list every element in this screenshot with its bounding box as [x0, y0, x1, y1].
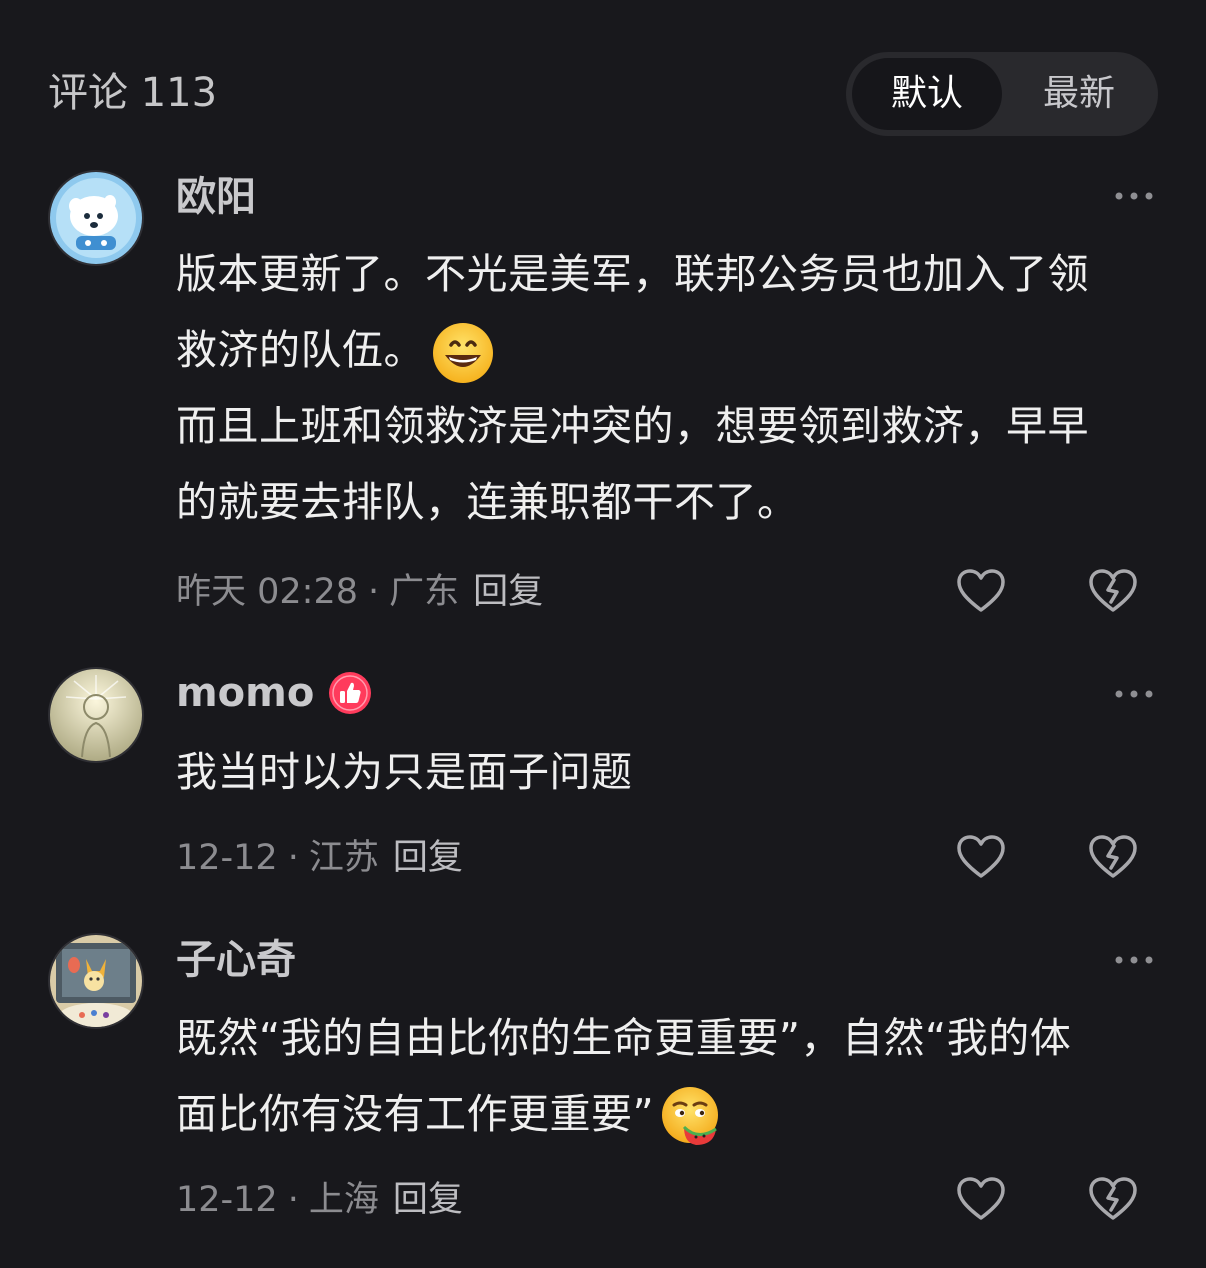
- comment-location: 上海: [308, 1180, 379, 1220]
- comment-time: 12-12: [176, 1180, 278, 1220]
- reply-button[interactable]: 回复: [393, 1180, 463, 1220]
- comment-line: 的就要去排队，连兼职都干不了。: [176, 478, 799, 526]
- comment-line: 救济的队伍。: [176, 326, 425, 374]
- avatar[interactable]: [48, 933, 144, 1029]
- sort-default-tab[interactable]: 默认: [852, 58, 1002, 130]
- avatar[interactable]: [48, 170, 144, 266]
- polar-bear-avatar: [50, 172, 142, 264]
- comment-location: 江苏: [308, 838, 379, 878]
- more-options-icon[interactable]: [1112, 684, 1156, 704]
- comment-line: 而且上班和领救济是冲突的，想要领到救济，早早: [176, 402, 1089, 450]
- comment-meta: 12-12 · 上海 回复: [176, 1178, 463, 1222]
- comment-count-title: 评论 113: [48, 70, 218, 116]
- thumbs-up-badge-icon: [329, 672, 372, 714]
- comment-location: 广东: [389, 572, 460, 612]
- comment-time: 昨天 02:28: [176, 572, 358, 612]
- username[interactable]: 欧阳: [176, 172, 256, 222]
- username[interactable]: 子心奇: [176, 935, 296, 985]
- username[interactable]: momo: [176, 668, 314, 718]
- separator-dot: ·: [368, 572, 380, 612]
- broken-heart-icon[interactable]: [1087, 566, 1139, 618]
- comment-line-with-emoji: 救济的队伍。: [176, 312, 1166, 388]
- eating-watermelon-emoji: [662, 1087, 719, 1145]
- more-options-icon[interactable]: [1112, 186, 1156, 206]
- reply-button[interactable]: 回复: [393, 838, 463, 878]
- comment-line: 版本更新了。不光是美军，联邦公务员也加入了领: [176, 250, 1089, 298]
- sort-latest-tab[interactable]: 最新: [1006, 58, 1152, 130]
- separator-dot: ·: [287, 838, 299, 878]
- username-row: momo: [176, 668, 372, 718]
- broken-heart-icon[interactable]: [1087, 832, 1139, 884]
- comment-body: 版本更新了。不光是美军，联邦公务员也加入了领 救济的队伍。 而且上班和领救济是冲…: [176, 236, 1166, 540]
- broken-heart-icon[interactable]: [1087, 1174, 1139, 1226]
- comment-meta: 昨天 02:28 · 广东 回复: [176, 570, 543, 614]
- cartoon-fox-avatar: [50, 935, 142, 1027]
- sort-toggle: 默认 最新: [846, 52, 1158, 136]
- grinning-face-emoji: [433, 323, 493, 383]
- sketch-figure-avatar: [50, 669, 142, 761]
- reply-button[interactable]: 回复: [473, 572, 543, 612]
- comment-body: 我当时以为只是面子问题: [176, 734, 1166, 810]
- comment-line: 面比你有没有工作更重要”: [176, 1090, 655, 1138]
- comment-line: 我当时以为只是面子问题: [176, 748, 633, 796]
- comment-line-with-emoji: 面比你有没有工作更重要”: [176, 1076, 1166, 1152]
- more-options-icon[interactable]: [1112, 950, 1156, 970]
- heart-icon[interactable]: [955, 566, 1007, 618]
- comment-line: 既然“我的自由比你的生命更重要”，自然“我的体: [176, 1014, 1072, 1062]
- comment-body: 既然“我的自由比你的生命更重要”，自然“我的体 面比你有没有工作更重要”: [176, 1000, 1166, 1152]
- avatar[interactable]: [48, 667, 144, 763]
- comment-time: 12-12: [176, 838, 278, 878]
- comment-meta: 12-12 · 江苏 回复: [176, 836, 463, 880]
- heart-icon[interactable]: [955, 832, 1007, 884]
- heart-icon[interactable]: [955, 1174, 1007, 1226]
- separator-dot: ·: [287, 1180, 299, 1220]
